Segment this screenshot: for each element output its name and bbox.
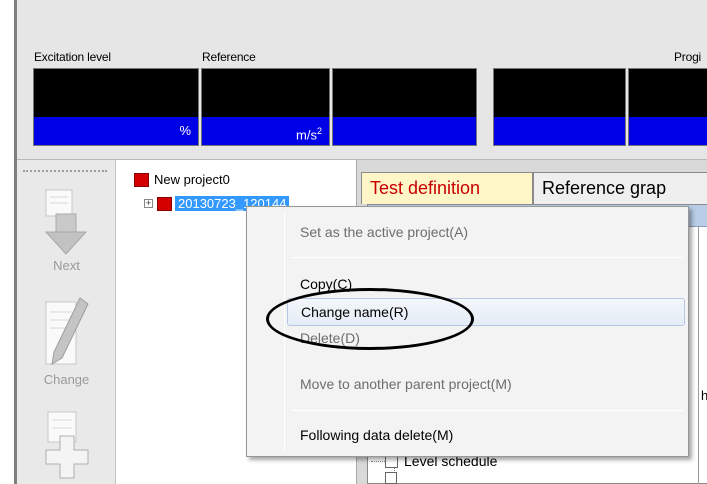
meter-display <box>34 69 198 117</box>
tab-test-definition[interactable]: Test definition <box>361 172 533 204</box>
add-button[interactable] <box>17 410 116 480</box>
excitation-unit: % <box>34 117 198 145</box>
checkbox[interactable] <box>385 472 397 484</box>
expand-icon[interactable]: + <box>144 199 153 208</box>
reference-unit: m/s2 <box>202 117 329 145</box>
side-toolbar: Next Change <box>17 160 116 484</box>
menu-item-set-active-project[interactable]: Set as the active project(A) <box>287 218 468 246</box>
change-button[interactable]: Change <box>17 296 116 387</box>
next-arrow-icon <box>44 189 87 255</box>
pencil-edit-icon <box>45 297 89 365</box>
menu-item-move-to-parent[interactable]: Move to another parent project(M) <box>287 370 512 398</box>
meter-3 <box>332 68 477 146</box>
meter-display <box>202 69 329 117</box>
excitation-level-meter: % <box>33 68 199 146</box>
truncated-text: h <box>701 388 707 403</box>
meter-panel: Excitation level Reference Progi % m/s2 <box>17 0 707 160</box>
app-window: Excitation level Reference Progi % m/s2 <box>0 0 707 484</box>
progress-meter <box>628 68 707 146</box>
tree-node-root[interactable]: New project0 <box>134 172 230 187</box>
menu-separator <box>291 410 684 411</box>
project-icon <box>134 172 149 187</box>
change-label: Change <box>43 372 90 387</box>
divider <box>698 227 699 484</box>
reference-label: Reference <box>202 50 256 64</box>
window-edge <box>0 0 14 484</box>
next-label: Next <box>53 258 80 273</box>
menu-item-following-data-delete[interactable]: Following data delete(M) <box>287 421 453 449</box>
progress-label: Progi <box>674 50 702 64</box>
tab-reference-graph[interactable]: Reference grap <box>533 172 707 204</box>
meter-4 <box>493 68 626 146</box>
highlight-annotation-ellipse <box>266 288 474 350</box>
add-plus-icon <box>45 411 88 479</box>
toolbar-grip[interactable] <box>23 170 107 173</box>
tree-node-label: New project0 <box>154 172 230 187</box>
excitation-level-label: Excitation level <box>34 50 111 64</box>
menu-separator <box>291 257 684 258</box>
project-icon <box>157 196 172 211</box>
reference-meter: m/s2 <box>201 68 330 146</box>
next-button[interactable]: Next <box>17 188 116 273</box>
